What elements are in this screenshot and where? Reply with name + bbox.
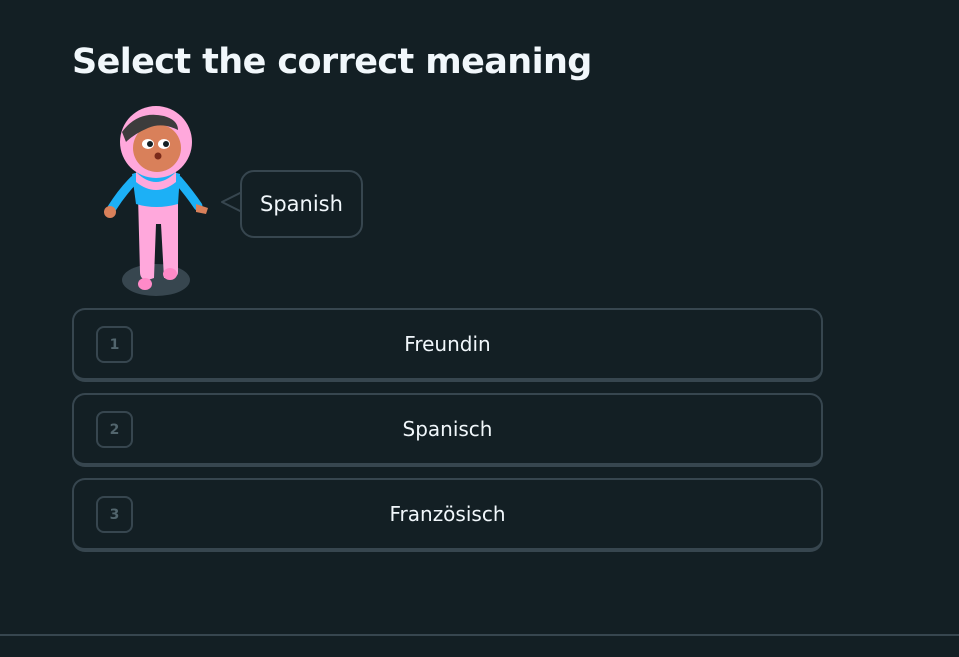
option-key-badge: 2 — [96, 411, 133, 448]
answer-options: 1 Freundin 2 Spanisch 3 Französisch — [72, 308, 823, 563]
challenge-screen: Select the correct meaning Spanish 1 Fre… — [0, 0, 959, 657]
option-label: Französisch — [389, 502, 506, 526]
option-label: Spanisch — [402, 417, 493, 441]
option-label: Freundin — [404, 332, 491, 356]
footer-divider — [0, 634, 959, 636]
answer-option-3[interactable]: 3 Französisch — [72, 478, 823, 552]
character-illustration — [104, 106, 208, 296]
speech-bubble[interactable]: Spanish — [240, 170, 363, 238]
option-key-badge: 1 — [96, 326, 133, 363]
option-key-badge: 3 — [96, 496, 133, 533]
prompt-word[interactable]: Spanish — [260, 192, 343, 216]
answer-option-1[interactable]: 1 Freundin — [72, 308, 823, 382]
answer-option-2[interactable]: 2 Spanisch — [72, 393, 823, 467]
challenge-heading: Select the correct meaning — [72, 42, 592, 82]
speech-bubble-tail — [221, 191, 242, 213]
